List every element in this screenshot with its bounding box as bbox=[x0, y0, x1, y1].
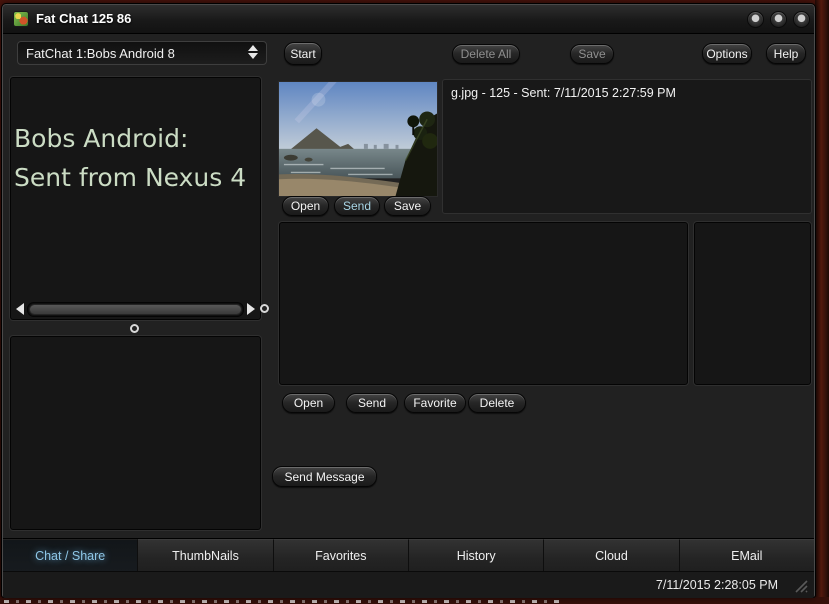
tab-bar: Chat / Share ThumbNails Favorites Histor… bbox=[3, 538, 814, 572]
tab-email[interactable]: EMail bbox=[679, 539, 814, 572]
save-all-button[interactable]: Save bbox=[570, 44, 614, 64]
help-button[interactable]: Help bbox=[766, 43, 806, 64]
scrollbar-track[interactable] bbox=[27, 301, 244, 317]
tab-favorites[interactable]: Favorites bbox=[273, 539, 409, 572]
status-timestamp: 7/11/2015 2:28:05 PM bbox=[655, 578, 778, 592]
delete-button[interactable]: Delete bbox=[468, 393, 526, 413]
chat-line-1: Bobs Android: bbox=[14, 124, 189, 153]
favorite-button[interactable]: Favorite bbox=[404, 393, 466, 413]
delete-all-button[interactable]: Delete All bbox=[452, 44, 520, 64]
chat-line-2: Sent from Nexus 4 bbox=[14, 163, 247, 192]
beach-photo-image bbox=[279, 82, 437, 196]
chat-input-panel[interactable] bbox=[9, 335, 262, 531]
message-info-text: g.jpg - 125 - Sent: 7/11/2015 2:27:59 PM bbox=[451, 86, 676, 100]
maximize-button[interactable] bbox=[770, 11, 787, 28]
resize-grip-icon[interactable] bbox=[795, 580, 808, 593]
app-window: Fat Chat 125 86 FatChat 1:Bobs Android 8… bbox=[1, 3, 816, 598]
close-button[interactable] bbox=[793, 11, 810, 28]
open-button[interactable]: Open bbox=[282, 393, 335, 413]
spin-down-icon[interactable] bbox=[248, 53, 258, 59]
desktop: { "window": { "title": "Fat Chat 125 86"… bbox=[0, 0, 829, 604]
window-controls bbox=[747, 11, 810, 28]
send-button[interactable]: Send bbox=[346, 393, 398, 413]
window-title: Fat Chat 125 86 bbox=[36, 11, 132, 26]
spin-up-icon[interactable] bbox=[248, 45, 258, 51]
minimize-button[interactable] bbox=[747, 11, 764, 28]
session-select-value: FatChat 1:Bobs Android 8 bbox=[26, 45, 175, 61]
tab-history[interactable]: History bbox=[408, 539, 545, 572]
app-icon bbox=[13, 11, 29, 27]
desktop-taskbar-sliver bbox=[4, 600, 564, 603]
scrollbar-thumb[interactable] bbox=[29, 303, 242, 315]
session-select[interactable]: FatChat 1:Bobs Android 8 bbox=[17, 41, 267, 65]
desktop-edge-right bbox=[815, 0, 829, 604]
chat-horizontal-scrollbar[interactable] bbox=[13, 301, 258, 317]
scroll-left-icon[interactable] bbox=[16, 303, 24, 315]
options-button[interactable]: Options bbox=[702, 43, 752, 64]
title-bar[interactable]: Fat Chat 125 86 bbox=[3, 5, 814, 34]
message-info-panel: g.jpg - 125 - Sent: 7/11/2015 2:27:59 PM bbox=[442, 79, 812, 214]
tab-chat-share[interactable]: Chat / Share bbox=[3, 539, 139, 572]
chat-message-text: Bobs Android: Sent from Nexus 4 bbox=[14, 119, 260, 197]
tab-thumbnails[interactable]: ThumbNails bbox=[138, 539, 274, 572]
horizontal-splitter-grip[interactable] bbox=[130, 324, 139, 333]
beach-photo-thumbnail[interactable] bbox=[278, 81, 438, 197]
tab-cloud[interactable]: Cloud bbox=[544, 539, 680, 572]
thumb-open-button[interactable]: Open bbox=[282, 196, 329, 216]
spinner-arrows-icon[interactable] bbox=[248, 45, 258, 59]
vertical-splitter-grip[interactable] bbox=[260, 304, 269, 313]
thumb-save-button[interactable]: Save bbox=[384, 196, 431, 216]
file-list-panel[interactable] bbox=[278, 221, 689, 386]
scroll-right-icon[interactable] bbox=[247, 303, 255, 315]
start-button[interactable]: Start bbox=[284, 42, 322, 65]
file-preview-panel[interactable] bbox=[693, 221, 812, 386]
send-message-button[interactable]: Send Message bbox=[272, 466, 377, 487]
thumb-send-button[interactable]: Send bbox=[334, 196, 380, 216]
status-bar: 7/11/2015 2:28:05 PM bbox=[3, 571, 814, 598]
chat-display-panel: Bobs Android: Sent from Nexus 4 bbox=[9, 76, 262, 321]
